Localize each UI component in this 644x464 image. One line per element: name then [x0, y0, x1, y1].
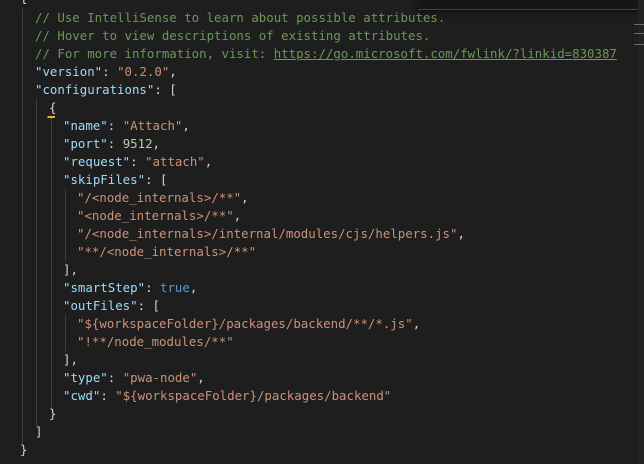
code-line-comment: // Hover to view descriptions of existin… [35, 27, 430, 45]
code-line: } [49, 406, 57, 421]
code-line: ] [35, 424, 43, 439]
indent-guide [65, 315, 66, 351]
indent-guide [22, 9, 23, 445]
code-line: ], [63, 352, 78, 367]
code-line-smartstep: "smartStep": true, [63, 280, 198, 295]
json-string: "<node_internals>/**" [77, 208, 234, 223]
code-line-outfiles: "outFiles": [ [63, 298, 160, 313]
json-string: "0.2.0" [117, 64, 170, 79]
code-line-request: "request": "attach", [63, 154, 213, 169]
overlay-panel [418, 0, 644, 10]
code-line-type: "type": "pwa-node", [63, 370, 205, 385]
comment-text: // Use IntelliSense to learn about possi… [35, 10, 446, 25]
code-line-array-item: "**/<node_internals>/**" [77, 243, 256, 261]
json-key: "configurations" [35, 82, 155, 97]
json-boolean: true [159, 280, 190, 295]
comment-text: // Hover to view descriptions of existin… [35, 28, 431, 43]
json-key: "request" [63, 154, 131, 169]
json-key: "port" [63, 136, 108, 151]
code-line-cwd: "cwd": "${workspaceFolder}/packages/back… [63, 388, 392, 403]
code-line: } [20, 442, 28, 457]
code-line-comment: // Use IntelliSense to learn about possi… [35, 9, 445, 27]
json-key: "outFiles" [63, 298, 138, 313]
minimap-markers [631, 0, 644, 120]
json-string: "${workspaceFolder}/packages/backend/**/… [77, 316, 413, 331]
json-key: "cwd" [63, 388, 101, 403]
json-number: 9512 [122, 136, 153, 151]
code-line-comment: // For more information, visit: https://… [35, 45, 617, 63]
json-string: "pwa-node" [122, 370, 198, 385]
code-line: ], [63, 262, 78, 277]
indent-guide [51, 117, 52, 409]
code-line-array-item: "!**/node_modules/**" [77, 333, 234, 351]
code-line-version: "version": "0.2.0", [35, 64, 177, 79]
code-line-configurations: "configurations": [ [35, 82, 177, 97]
code-line-array-item: "/<node_internals>/internal/modules/cjs/… [77, 226, 465, 241]
json-key: "skipFiles" [63, 172, 146, 187]
code-line-array-item: "${workspaceFolder}/packages/backend/**/… [77, 316, 421, 331]
code-line-array-item: "<node_internals>/**", [77, 208, 242, 223]
json-string: "attach" [145, 154, 205, 169]
code-line-name: "name": "Attach", [63, 118, 190, 133]
json-key: "version" [35, 64, 103, 79]
json-string: "Attach" [122, 118, 183, 133]
json-string: "${workspaceFolder}/packages/backend" [115, 388, 392, 403]
json-key: "smartStep" [63, 280, 146, 295]
code-line: { [20, 0, 27, 7]
json-string: "/<node_internals>/internal/modules/cjs/… [77, 226, 458, 241]
lightbulb-icon[interactable] [47, 111, 55, 118]
json-string: "!**/node_modules/**" [77, 334, 234, 349]
fwlink-link[interactable]: https://go.microsoft.com/fwlink/?linkid=… [274, 46, 617, 61]
indent-guide [65, 189, 66, 261]
json-key: "name" [63, 118, 108, 133]
code-line-skipfiles: "skipFiles": [ [63, 172, 168, 187]
comment-text: // For more information, visit: [35, 46, 274, 61]
json-string: "**/<node_internals>/**" [77, 244, 257, 259]
json-key: "type" [63, 370, 108, 385]
indent-guide [36, 99, 37, 427]
json-string: "/<node_internals>/**" [77, 190, 242, 205]
code-editor[interactable]: { // Use IntelliSense to learn about pos… [0, 0, 644, 464]
code-line-port: "port": 9512, [63, 136, 160, 151]
code-line-array-item: "/<node_internals>/**", [77, 190, 249, 205]
